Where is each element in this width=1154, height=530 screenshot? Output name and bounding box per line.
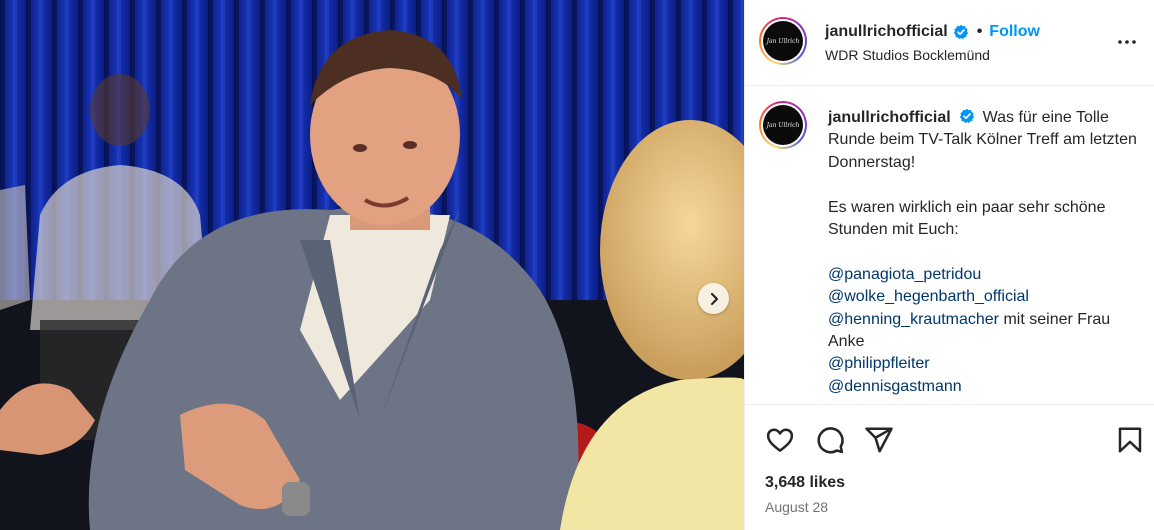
mention-link[interactable]: @henning_krautmacher <box>828 311 999 328</box>
avatar[interactable]: Jan Ullrich <box>759 17 807 65</box>
mention-link[interactable]: @panagiota_petridou <box>828 266 981 283</box>
follow-button[interactable]: Follow <box>989 23 1040 41</box>
action-bar <box>745 404 1154 470</box>
likes-count[interactable]: 3,648 likes <box>765 474 845 492</box>
post-caption: janullrichofficial Was für eine Tolle Ru… <box>828 107 1138 398</box>
bookmark-icon[interactable] <box>1115 425 1145 455</box>
post-date[interactable]: August 28 <box>765 499 828 515</box>
caption-username[interactable]: janullrichofficial <box>828 109 951 126</box>
heart-icon[interactable] <box>765 425 795 455</box>
comments-section[interactable]: Jan Ullrich janullrichofficial Was für e… <box>745 87 1154 404</box>
more-horizontal-icon[interactable] <box>1115 30 1139 54</box>
verified-badge-icon <box>960 108 975 124</box>
location-link[interactable]: WDR Studios Bocklemünd <box>825 47 990 63</box>
caption-text: Es waren wirklich ein paar sehr schöne S… <box>828 198 1106 239</box>
chevron-right-icon <box>710 292 718 305</box>
comment-icon[interactable] <box>815 425 845 455</box>
mention-link[interactable]: @philippfleiter <box>828 355 930 372</box>
avatar-logo: Jan Ullrich <box>763 21 803 61</box>
post-photo[interactable] <box>0 0 744 530</box>
caption-avatar[interactable]: Jan Ullrich <box>759 101 807 149</box>
username-link[interactable]: janullrichofficial <box>825 23 948 41</box>
share-icon[interactable] <box>864 425 894 455</box>
verified-badge-icon <box>953 24 968 40</box>
mention-link[interactable]: @dennisgastmann <box>828 378 962 395</box>
separator-dot: • <box>976 23 983 40</box>
mention-link[interactable]: @wolke_hegenbarth_official <box>828 288 1029 305</box>
caption-avatar-logo: Jan Ullrich <box>763 105 803 145</box>
post-sidebar: Jan Ullrich janullrichofficial • Follow … <box>744 0 1154 530</box>
post-image <box>0 0 744 530</box>
next-photo-button[interactable] <box>698 283 729 314</box>
post-header: Jan Ullrich janullrichofficial • Follow … <box>745 0 1154 86</box>
